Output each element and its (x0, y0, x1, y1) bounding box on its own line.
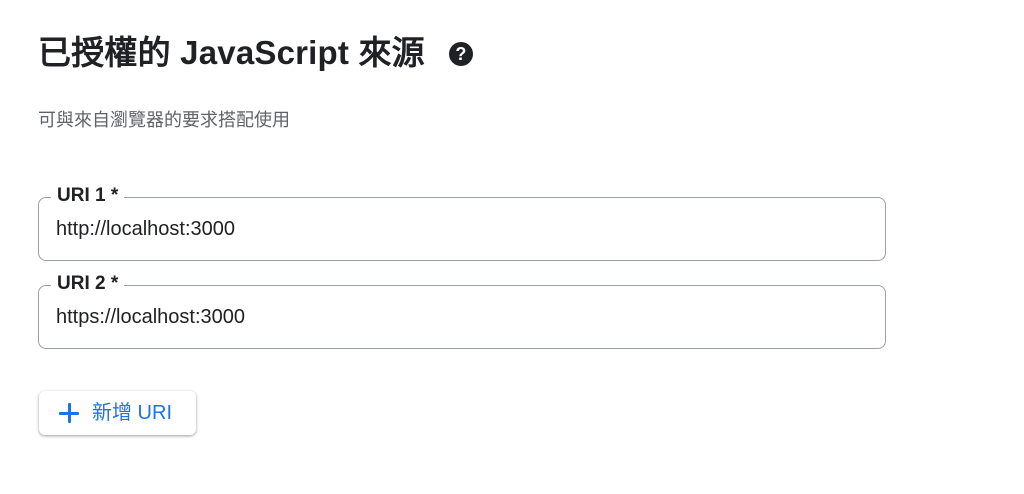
uri-2-label: URI 2 * (51, 271, 125, 297)
add-uri-button[interactable]: 新增 URI (39, 391, 196, 435)
uri-2-field[interactable]: URI 2 * (38, 271, 886, 349)
uri-1-input[interactable] (56, 216, 856, 242)
uri-2-input[interactable] (56, 304, 856, 330)
add-uri-label: 新增 URI (92, 402, 172, 424)
section-header: 已授權的 JavaScript 來源 ? (38, 30, 473, 76)
uri-1-label: URI 1 * (51, 183, 125, 209)
help-icon[interactable]: ? (448, 42, 473, 66)
page-title: 已授權的 JavaScript 來源 (38, 34, 425, 71)
uri-1-field[interactable]: URI 1 * (38, 183, 886, 261)
section-description: 可與來自瀏覽器的要求搭配使用 (38, 110, 290, 130)
plus-icon (58, 402, 80, 424)
